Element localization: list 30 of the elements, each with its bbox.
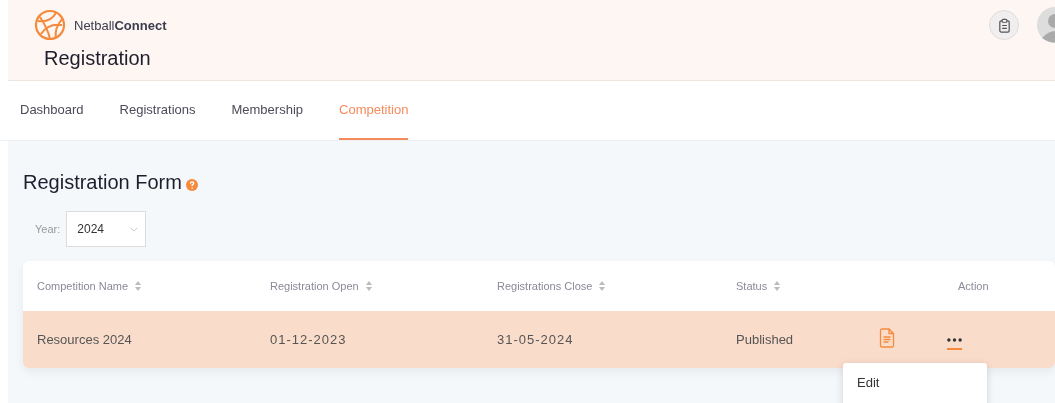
- column-header: Action: [958, 280, 989, 292]
- table-cell: 01-12-2023: [270, 332, 347, 347]
- sort-icon[interactable]: [134, 280, 143, 292]
- more-icon: [947, 337, 962, 342]
- section-title: Registration Form: [23, 171, 182, 194]
- sort-icon[interactable]: [364, 280, 373, 292]
- table-cell: Resources 2024: [37, 332, 132, 347]
- nav-tab[interactable]: Membership: [231, 81, 303, 140]
- page-title: Registration: [43, 47, 152, 70]
- clipboard-icon: [996, 17, 1012, 33]
- document-icon[interactable]: [879, 328, 895, 348]
- column-header: Status: [736, 280, 768, 292]
- year-label: Year:: [35, 223, 61, 235]
- clipboard-button[interactable]: [989, 10, 1019, 40]
- brand-name: NetballConnect: [74, 17, 167, 33]
- table-cell: 31-05-2024: [497, 332, 574, 347]
- chevron-down-icon: [130, 226, 138, 232]
- menu-item[interactable]: Edit: [857, 375, 880, 390]
- column-header: Registrations Close: [497, 280, 593, 292]
- help-icon[interactable]: [185, 179, 198, 191]
- sort-icon[interactable]: [598, 280, 607, 292]
- nav-tab[interactable]: Dashboard: [20, 81, 84, 140]
- table-row[interactable]: Resources 2024 01-12-2023 31-05-2024 Published: [23, 311, 1055, 368]
- nav-tab[interactable]: Registrations: [119, 81, 196, 140]
- column-header: Competition Name: [37, 280, 129, 292]
- netball-logo-icon[interactable]: [34, 9, 66, 41]
- year-select[interactable]: 2024: [66, 211, 147, 247]
- table-cell: Published: [736, 332, 794, 347]
- column-header: Registration Open: [270, 280, 359, 292]
- sort-icon[interactable]: [773, 280, 782, 292]
